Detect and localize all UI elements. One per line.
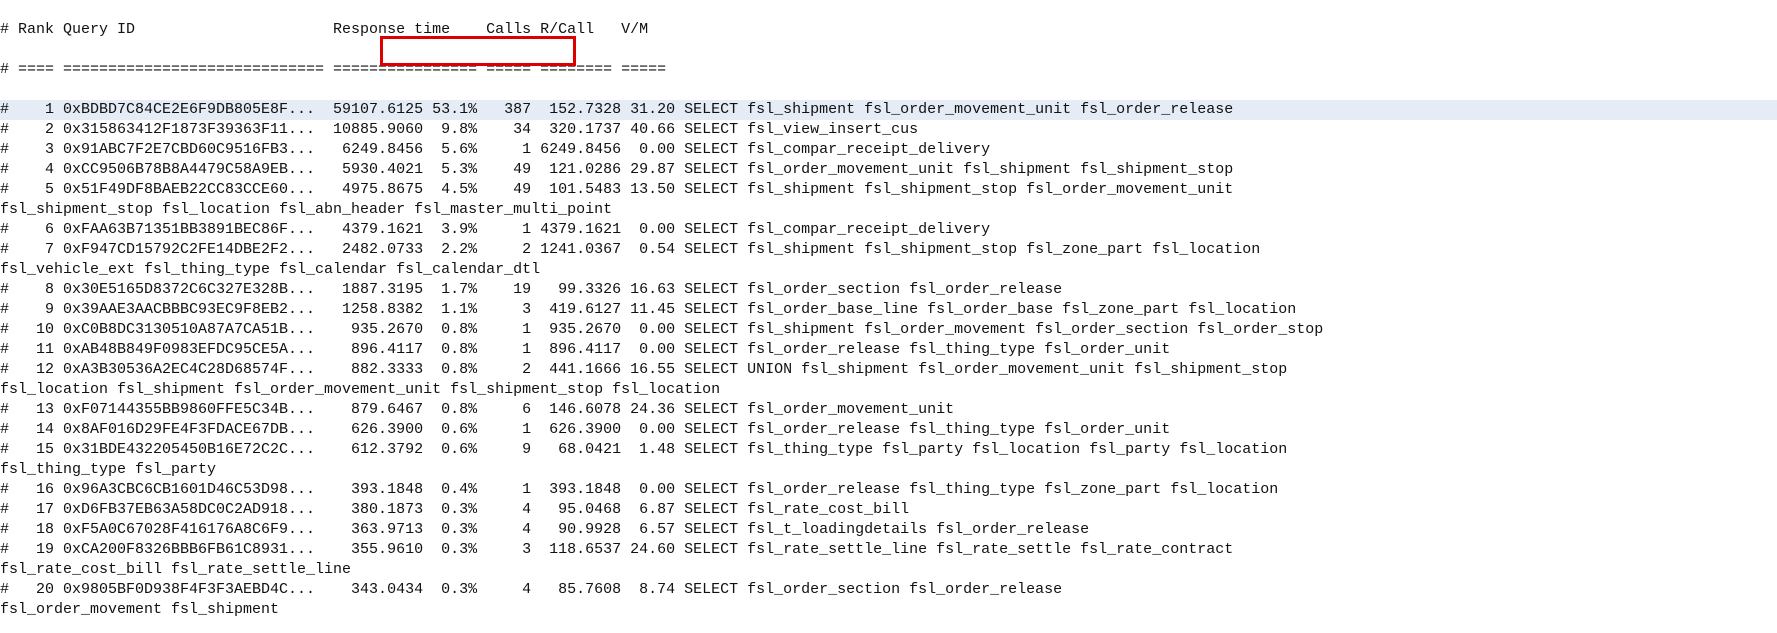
query-row: # 4 0xCC9506B78B8A4479C58A9EB... 5930.40…	[0, 160, 1777, 180]
query-row-continuation: fsl_thing_type fsl_party	[0, 460, 1777, 480]
query-row: # 9 0x39AAE3AACBBBC93EC9F8EB2... 1258.83…	[0, 300, 1777, 320]
query-row-continuation: fsl_order_movement fsl_shipment	[0, 600, 1777, 620]
query-row: # 7 0xF947CD15792C2FE14DBE2F2... 2482.07…	[0, 240, 1777, 260]
query-row: # 12 0xA3B30536A2EC4C28D68574F... 882.33…	[0, 360, 1777, 380]
query-row: # 10 0xC0B8DC3130510A87A7CA51B... 935.26…	[0, 320, 1777, 340]
header-row: # Rank Query ID Response time Calls R/Ca…	[0, 20, 1777, 40]
query-row: # 20 0x9805BF0D938F4F3F3AEBD4C... 343.04…	[0, 580, 1777, 600]
query-row: # 3 0x91ABC7F2E7CBD60C9516FB3... 6249.84…	[0, 140, 1777, 160]
query-row: # 17 0xD6FB37EB63A58DC0C2AD918... 380.18…	[0, 500, 1777, 520]
query-row: # 5 0x51F49DF8BAEB22CC83CCE60... 4975.86…	[0, 180, 1777, 200]
query-row: # 18 0xF5A0C67028F416176A8C6F9... 363.97…	[0, 520, 1777, 540]
query-row: # 13 0xF07144355BB9860FFE5C34B... 879.64…	[0, 400, 1777, 420]
query-row-continuation: fsl_shipment_stop fsl_location fsl_abn_h…	[0, 200, 1777, 220]
query-row: # 8 0x30E5165D8372C6C327E328B... 1887.31…	[0, 280, 1777, 300]
header-sep: # ==== ============================= ===…	[0, 60, 1777, 80]
query-row: # 14 0x8AF016D29FE4F3FDACE67DB... 626.39…	[0, 420, 1777, 440]
query-row: # 6 0xFAA63B71351BB3891BEC86F... 4379.16…	[0, 220, 1777, 240]
query-row: # 11 0xAB48B849F0983EFDC95CE5A... 896.41…	[0, 340, 1777, 360]
query-row: # 15 0x31BDE432205450B16E72C2C... 612.37…	[0, 440, 1777, 460]
query-row: # 2 0x315863412F1873F39363F11... 10885.9…	[0, 120, 1777, 140]
query-row-continuation: fsl_location fsl_shipment fsl_order_move…	[0, 380, 1777, 400]
query-profile-output: # Rank Query ID Response time Calls R/Ca…	[0, 0, 1777, 633]
query-row: # 16 0x96A3CBC6CB1601D46C53D98... 393.18…	[0, 480, 1777, 500]
query-row: # 1 0xBDBD7C84CE2E6F9DB805E8F... 59107.6…	[0, 100, 1777, 120]
query-row: # 19 0xCA200F8326BBB6FB61C8931... 355.96…	[0, 540, 1777, 560]
query-row-continuation: fsl_rate_cost_bill fsl_rate_settle_line	[0, 560, 1777, 580]
query-row-continuation: fsl_vehicle_ext fsl_thing_type fsl_calen…	[0, 260, 1777, 280]
